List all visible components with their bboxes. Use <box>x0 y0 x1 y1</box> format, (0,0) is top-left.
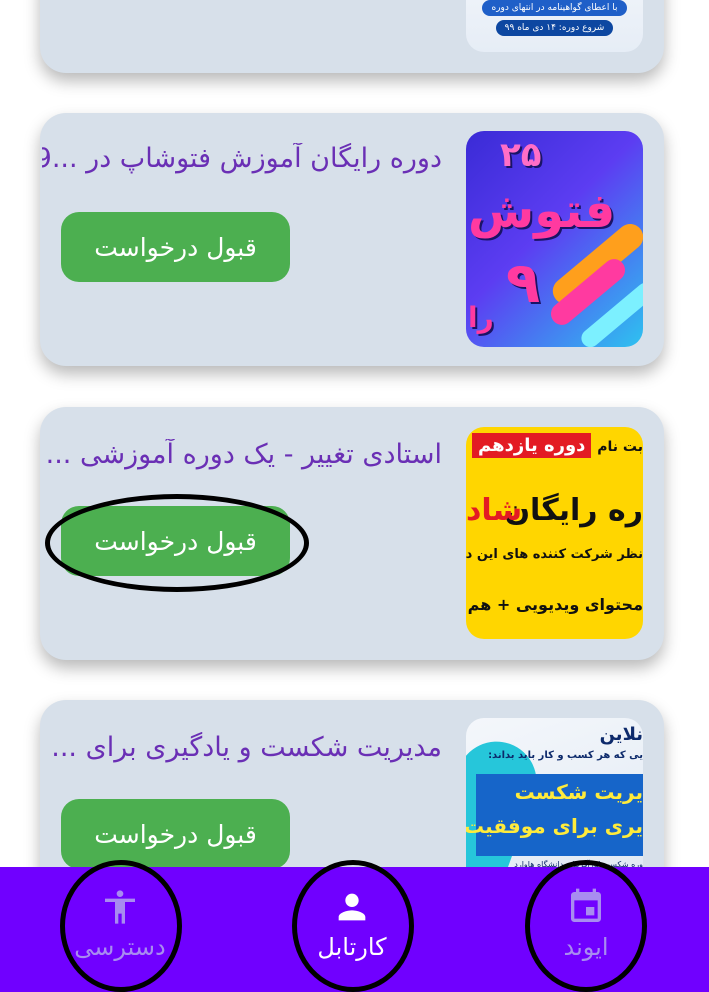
nav-cartable[interactable]: کارتابل <box>292 867 412 992</box>
thumb-text: با اعطای گواهینامه در انتهای دوره <box>482 0 627 16</box>
thumb-text: فتوش <box>468 183 616 239</box>
course-title: دوره رایگان آموزش فتوشاپ در ...9 <box>42 143 442 174</box>
nav-label: دسترسی <box>74 933 166 961</box>
nav-label: ایوند <box>563 933 609 961</box>
course-thumbnail: دوره یازدهم بت نام ره رایگان شاد نظر شرک… <box>466 427 643 639</box>
thumb-text: شاد <box>466 493 523 528</box>
course-thumbnail: با اعطای گواهینامه در انتهای دوره شروع د… <box>466 0 643 52</box>
bottom-navigation: دسترسی کارتابل ایوند <box>0 867 709 992</box>
thumb-text: یری برای موفقیت <box>466 814 643 838</box>
thumb-text: ره رایگان <box>504 493 643 528</box>
accept-request-button[interactable]: قبول درخواست <box>61 506 290 576</box>
accept-request-button[interactable]: قبول درخواست <box>61 799 290 869</box>
accept-request-button[interactable]: قبول درخواست <box>61 212 290 282</box>
thumb-text: ۲۵ <box>500 135 542 175</box>
course-title: استادی تغییر - یک دوره آموزشی ... <box>45 439 442 470</box>
thumb-text: یی که هر کسب و کار باید بداند: <box>488 750 643 761</box>
thumb-text: شروع دوره: ۱۴ دی ماه ۹۹ <box>496 20 613 36</box>
thumb-text: نلاین <box>599 724 643 745</box>
course-card-3[interactable]: استادی تغییر - یک دوره آموزشی ... قبول د… <box>40 407 664 660</box>
course-card-1[interactable]: با اعطای گواهینامه در انتهای دوره شروع د… <box>40 0 664 73</box>
nav-event[interactable]: ایوند <box>526 867 646 992</box>
thumb-text: نظر شرکت کننده های این دور <box>466 547 643 562</box>
course-thumbnail: ۲۵ فتوش ۹ را <box>466 131 643 347</box>
thumb-text: را <box>468 301 494 334</box>
nav-accessibility[interactable]: دسترسی <box>60 867 180 992</box>
thumb-text: ۹ <box>506 251 541 316</box>
accessibility-icon <box>105 890 135 924</box>
thumb-text: دوره یازدهم <box>472 433 592 458</box>
thumb-text: یریت شکست <box>514 780 643 804</box>
course-title: مدیریت شکست و یادگیری برای ... <box>51 732 442 763</box>
person-icon <box>338 893 366 921</box>
nav-label: کارتابل <box>317 933 387 961</box>
thumb-text: بت نام <box>597 439 643 455</box>
thumb-text: محتوای ویدیویی + هم <box>467 595 643 614</box>
thumb-banner: یریت شکست یری برای موفقیت <box>466 774 643 856</box>
course-card-2[interactable]: دوره رایگان آموزش فتوشاپ در ...9 قبول در… <box>40 113 664 366</box>
calendar-icon <box>571 888 601 922</box>
